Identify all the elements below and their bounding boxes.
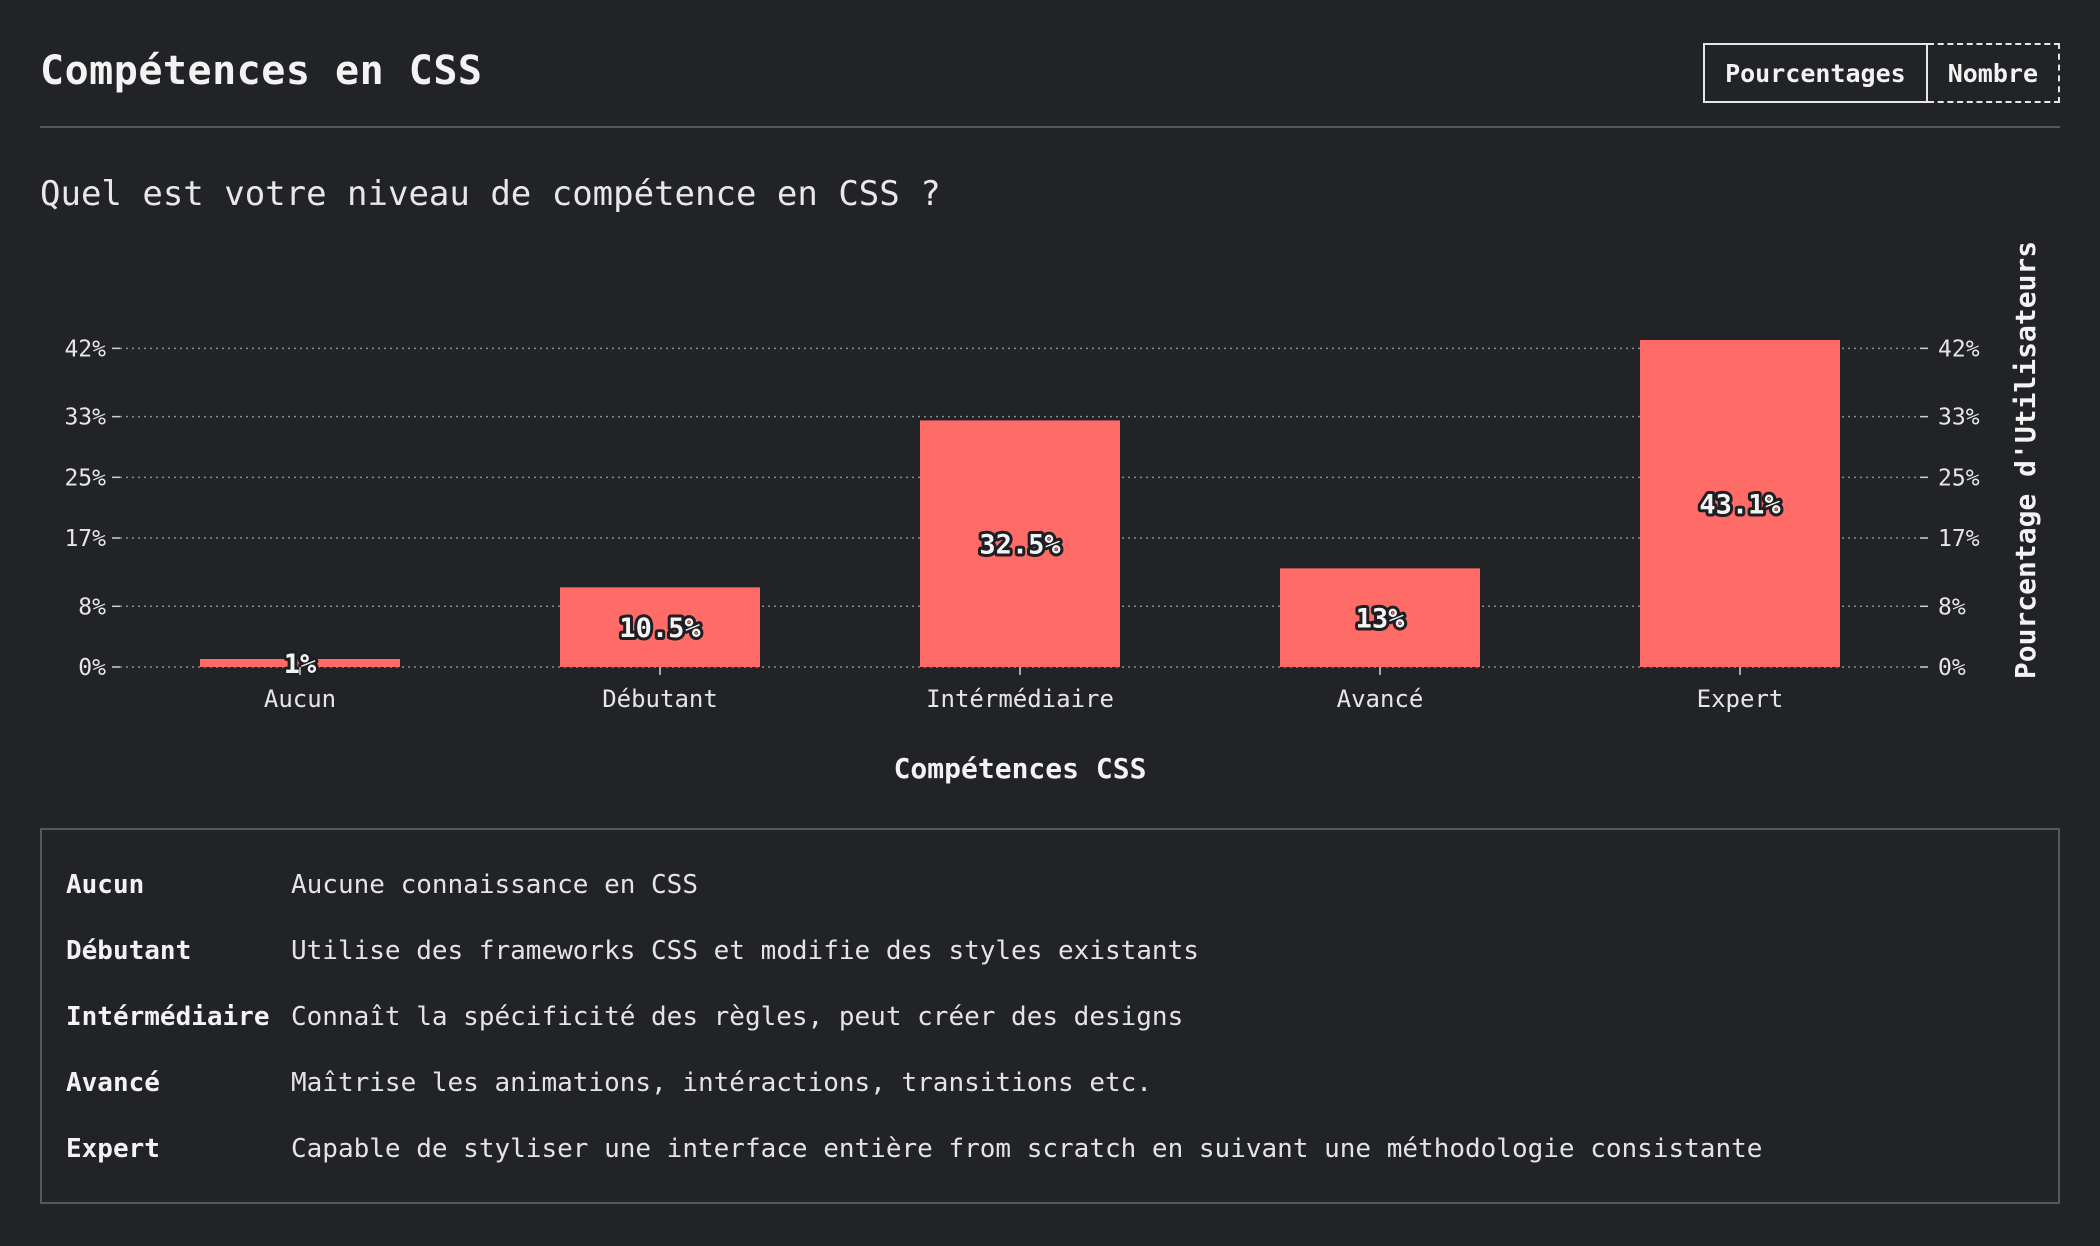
legend-term: Débutant — [66, 936, 192, 966]
bar-value-label: 1% — [284, 649, 317, 680]
levels-legend: Aucun Aucune connaissance en CSS Débutan… — [40, 828, 2060, 1204]
page-title: Compétences en CSS — [40, 48, 483, 94]
legend-description: Aucune connaissance en CSS — [291, 870, 698, 900]
y-tick-label: 33% — [1938, 405, 1980, 431]
bar-value-label: 13% — [1356, 604, 1406, 635]
y-axis-title: Pourcentage d'Utilisateurs — [2009, 241, 2042, 679]
legend-row: Intérmédiaire Connaît la spécificité des… — [66, 984, 2058, 1050]
chart-header: Compétences en CSS Pourcentages Nombre — [40, 40, 2060, 128]
percentages-button[interactable]: Pourcentages — [1703, 43, 1928, 103]
y-tick-label: 25% — [1938, 465, 1980, 491]
x-tick-label: Intérmédiaire — [926, 685, 1114, 713]
unit-toggle: Pourcentages Nombre — [1703, 43, 2060, 103]
legend-row: Aucun Aucune connaissance en CSS — [66, 852, 2058, 918]
legend-row: Expert Capable de styliser une interface… — [66, 1116, 2058, 1182]
bar-chart: 0% 8% 17% 25% 33% 42% 0% 8% 17% 25% 33% 42% 1% 10.5… — [64, 241, 2042, 785]
legend-description: Utilise des frameworks CSS et modifie de… — [291, 936, 1199, 966]
legend-row: Débutant Utilise des frameworks CSS et m… — [66, 918, 2058, 984]
y-tick-label: 8% — [1938, 594, 1966, 620]
x-tick-label: Avancé — [1337, 685, 1424, 713]
x-tick-label: Aucun — [264, 685, 336, 713]
right-axis-ticks: 0% 8% 17% 25% 33% 42% — [1920, 336, 1980, 681]
y-tick-label: 42% — [64, 336, 106, 362]
y-tick-label: 0% — [78, 655, 106, 681]
y-tick-label: 17% — [1938, 526, 1980, 552]
x-tick-label: Débutant — [602, 685, 718, 713]
bar-value-label: 32.5% — [979, 530, 1061, 561]
legend-row: Avancé Maîtrise les animations, intéract… — [66, 1050, 2058, 1116]
legend-description: Connaît la spécificité des règles, peut … — [291, 1002, 1184, 1032]
legend-description: Capable de styliser une interface entièr… — [291, 1134, 1763, 1164]
bars: 1% 10.5% 32.5% 13% 43.1% — [200, 340, 1840, 683]
x-axis-categories: Aucun Débutant Intérmédiaire Avancé Expert — [264, 667, 1783, 713]
count-button[interactable]: Nombre — [1927, 43, 2060, 103]
bar-value-label: 10.5% — [619, 613, 701, 644]
y-tick-label: 42% — [1938, 336, 1980, 362]
legend-term: Intérmédiaire — [66, 1002, 270, 1032]
y-tick-label: 17% — [64, 526, 106, 552]
y-tick-label: 33% — [64, 405, 106, 431]
x-tick-label: Expert — [1697, 685, 1784, 713]
legend-description: Maîtrise les animations, intéractions, t… — [291, 1068, 1152, 1098]
left-axis-ticks: 0% 8% 17% 25% 33% 42% — [64, 336, 120, 681]
y-tick-label: 8% — [78, 594, 106, 620]
x-axis-title: Compétences CSS — [894, 752, 1147, 785]
survey-question: Quel est votre niveau de compétence en C… — [40, 174, 941, 214]
y-tick-label: 25% — [64, 465, 106, 491]
legend-term: Avancé — [66, 1068, 160, 1098]
legend-term: Aucun — [66, 870, 145, 900]
y-tick-label: 0% — [1938, 655, 1966, 681]
legend-term: Expert — [66, 1134, 160, 1164]
bar-value-label: 43.1% — [1699, 490, 1781, 521]
